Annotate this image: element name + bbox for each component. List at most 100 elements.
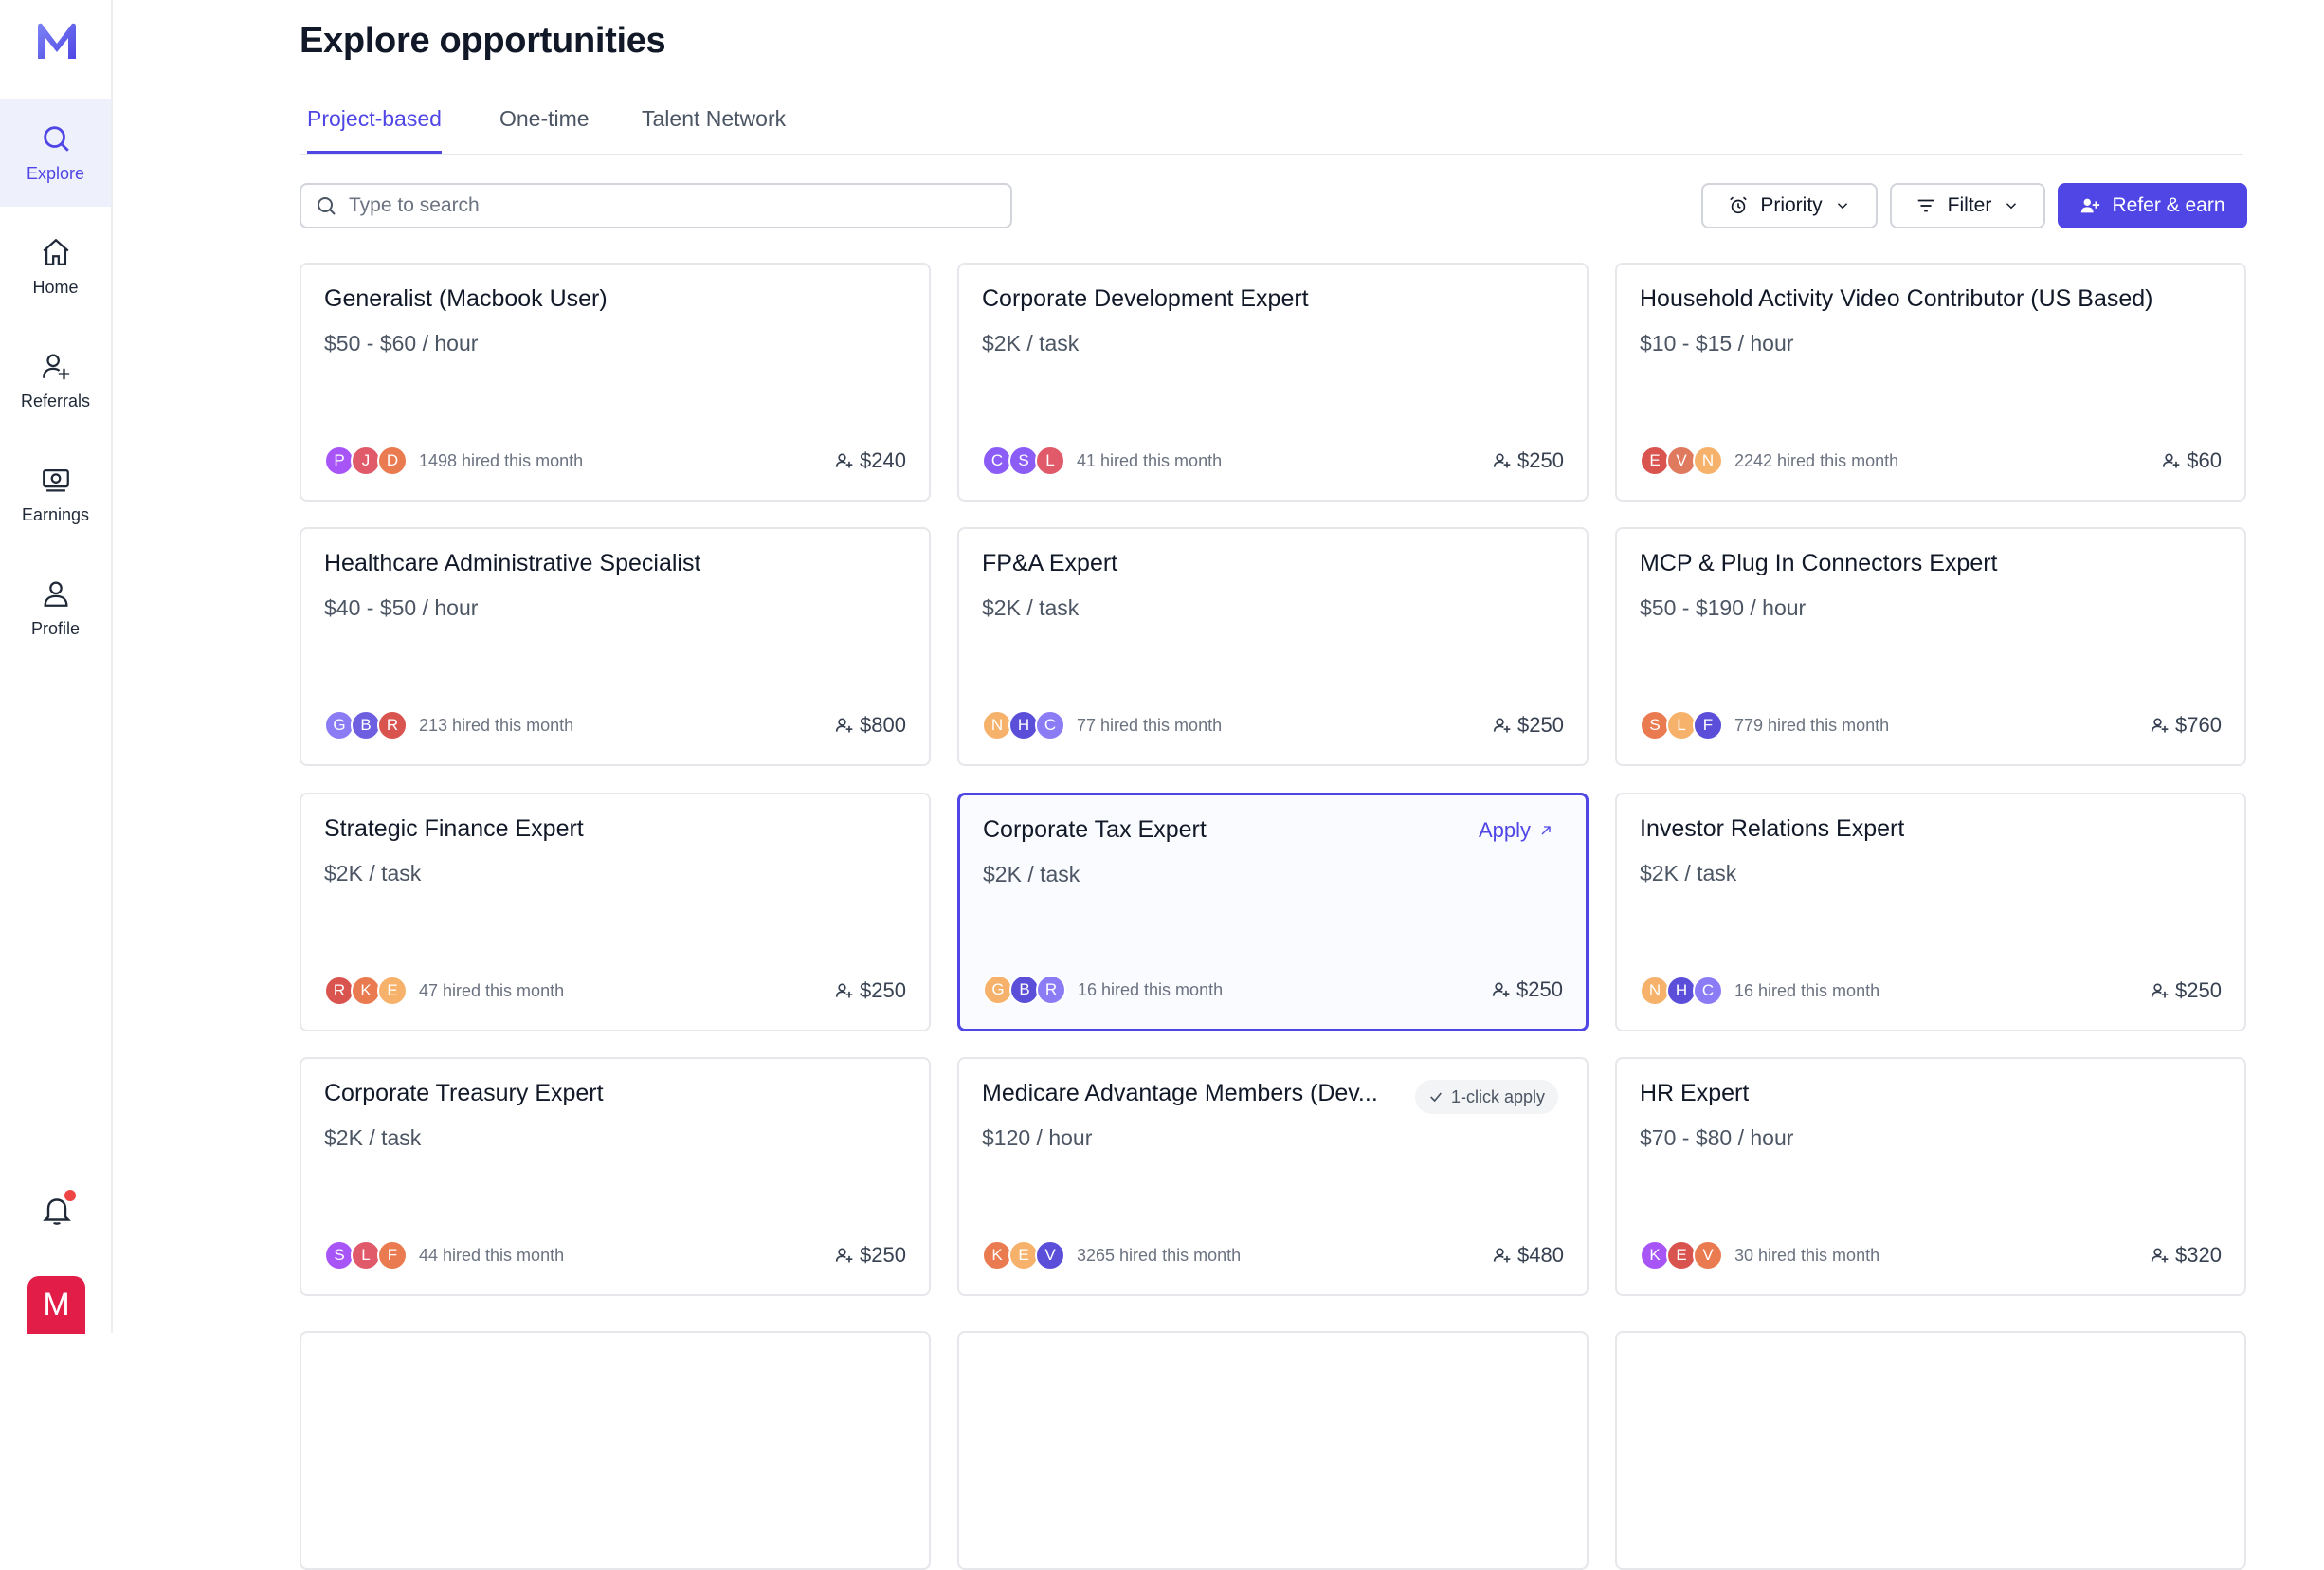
hired-count: 779 hired this month	[1734, 715, 1890, 735]
user-plus-icon	[1493, 1248, 1511, 1263]
opportunity-card[interactable]: Corporate Development Expert $2K / task …	[957, 263, 1589, 502]
opportunity-card[interactable]	[300, 1331, 931, 1570]
hired-count: 41 hired this month	[1077, 450, 1223, 470]
avatar-stack: RKE	[324, 976, 408, 1006]
card-rate: $2K / task	[324, 1125, 422, 1150]
referral-bonus: $250	[1493, 713, 1564, 738]
tab-one-time[interactable]: One-time	[499, 106, 590, 154]
hired-count: 2242 hired this month	[1734, 450, 1899, 470]
logo[interactable]	[34, 21, 80, 63]
card-title: FP&A Expert	[982, 550, 1118, 576]
opportunity-card[interactable]: Medicare Advantage Members (Dev... 1-cli…	[957, 1057, 1589, 1296]
user-avatar[interactable]: M	[27, 1276, 85, 1334]
badge-label: 1-click apply	[1450, 1086, 1545, 1106]
card-title: Household Activity Video Contributor (US…	[1640, 285, 2153, 312]
referral-bonus-amount: $250	[860, 1243, 906, 1267]
opportunity-card[interactable]: FP&A Expert $2K / task NHC 77 hired this…	[957, 527, 1589, 766]
hired-count: 16 hired this month	[1078, 979, 1224, 999]
sidebar-item-home[interactable]: Home	[0, 212, 111, 320]
apply-link[interactable]: Apply	[1479, 818, 1553, 843]
avatar-stack: NHC	[1640, 976, 1723, 1006]
search-icon	[43, 125, 69, 152]
hired-count: 44 hired this month	[419, 1245, 565, 1265]
avatar: D	[377, 446, 408, 476]
filter-label: Filter	[1947, 194, 1992, 216]
referral-bonus-amount: $240	[860, 448, 906, 472]
card-footer: PJD 1498 hired this month $240	[324, 445, 906, 477]
card-rate: $70 - $80 / hour	[1640, 1125, 1794, 1150]
referral-bonus: $250	[835, 1243, 906, 1268]
alarm-clock-icon	[1730, 196, 1748, 214]
notification-dot	[64, 1190, 76, 1201]
card-footer: SLF 779 hired this month $760	[1640, 709, 2222, 741]
avatar: F	[377, 1240, 408, 1270]
card-rate: $2K / task	[324, 861, 422, 885]
opportunity-card[interactable]: Generalist (Macbook User) $50 - $60 / ho…	[300, 263, 931, 502]
referral-bonus-amount: $250	[1517, 713, 1564, 737]
card-footer: NHC 16 hired this month $250	[1640, 975, 2222, 1007]
chevron-down-icon	[1837, 203, 1847, 210]
referral-bonus-amount: $250	[860, 978, 906, 1002]
avatar: L	[1035, 446, 1065, 476]
user-plus-icon	[835, 1248, 853, 1263]
sidebar-item-explore[interactable]: Explore	[0, 99, 111, 207]
sidebar-item-label: Home	[32, 277, 79, 297]
hired-count: 3265 hired this month	[1077, 1245, 1242, 1265]
sidebar-item-label: Earnings	[21, 504, 90, 524]
cash-icon	[42, 468, 69, 491]
card-rate: $2K / task	[1640, 861, 1737, 885]
opportunity-card[interactable]: Investor Relations Expert $2K / task NHC…	[1615, 793, 2246, 1031]
hired-count: 213 hired this month	[419, 715, 574, 735]
search-input[interactable]	[349, 194, 993, 217]
priority-sort-button[interactable]: Priority	[1701, 183, 1878, 228]
card-rate: $40 - $50 / hour	[324, 595, 479, 620]
opportunity-card[interactable]: Household Activity Video Contributor (US…	[1615, 263, 2246, 502]
sidebar-item-earnings[interactable]: Earnings	[0, 440, 111, 548]
card-footer: SLF 44 hired this month $250	[324, 1239, 906, 1271]
tab-talent-network[interactable]: Talent Network	[642, 106, 786, 154]
hired-count: 47 hired this month	[419, 980, 565, 1000]
card-rate: $50 - $60 / hour	[324, 331, 479, 356]
sidebar-item-profile[interactable]: Profile	[0, 554, 111, 662]
referral-bonus: $800	[835, 713, 906, 738]
referral-bonus-amount: $760	[2175, 713, 2222, 737]
person-icon	[44, 581, 67, 607]
opportunity-card[interactable]: Healthcare Administrative Specialist $40…	[300, 527, 931, 766]
check-icon	[1430, 1092, 1442, 1103]
referral-bonus: $760	[2151, 713, 2222, 738]
card-footer: EVN 2242 hired this month $60	[1640, 445, 2222, 477]
opportunity-card[interactable]: HR Expert $70 - $80 / hour KEV 30 hired …	[1615, 1057, 2246, 1296]
referral-bonus: $320	[2151, 1243, 2222, 1268]
opportunity-card[interactable]: MCP & Plug In Connectors Expert $50 - $1…	[1615, 527, 2246, 766]
opportunity-card[interactable]	[957, 1331, 1589, 1570]
chevron-down-icon	[2006, 203, 2017, 210]
arrow-up-right-icon	[1541, 826, 1551, 835]
sidebar-item-label: Referrals	[20, 391, 91, 411]
hired-count: 30 hired this month	[1734, 1245, 1880, 1265]
avatar: F	[1693, 710, 1723, 740]
avatar-stack: GBR	[983, 975, 1066, 1005]
opportunity-card[interactable]: Corporate Treasury Expert $2K / task SLF…	[300, 1057, 931, 1296]
refer-and-earn-button[interactable]: Refer & earn	[2058, 183, 2247, 228]
avatar: N	[1693, 446, 1723, 476]
sidebar-item-referrals[interactable]: Referrals	[0, 326, 111, 434]
card-footer: NHC 77 hired this month $250	[982, 709, 1564, 741]
avatar-stack: SLF	[1640, 710, 1723, 740]
card-footer: GBR 213 hired this month $800	[324, 709, 906, 741]
opportunity-card[interactable]: Strategic Finance Expert $2K / task RKE …	[300, 793, 931, 1031]
page-title: Explore opportunities	[300, 21, 666, 61]
avatar-stack: KEV	[1640, 1240, 1723, 1270]
referral-bonus: $250	[1492, 977, 1563, 1002]
avatar-stack: CSL	[982, 446, 1065, 476]
avatar: C	[1035, 710, 1065, 740]
avatar-stack: KEV	[982, 1240, 1065, 1270]
tab-project-based[interactable]: Project-based	[307, 106, 442, 154]
opportunity-card[interactable]: Corporate Tax Expert Apply $2K / task GB…	[957, 793, 1589, 1031]
card-title: Corporate Treasury Expert	[324, 1080, 604, 1106]
card-rate: $2K / task	[982, 331, 1080, 356]
opportunity-card[interactable]	[1615, 1331, 2246, 1570]
referral-bonus-amount: $320	[2175, 1243, 2222, 1267]
one-click-apply-badge[interactable]: 1-click apply	[1414, 1080, 1558, 1114]
home-icon	[42, 238, 69, 265]
filter-button[interactable]: Filter	[1890, 183, 2045, 228]
